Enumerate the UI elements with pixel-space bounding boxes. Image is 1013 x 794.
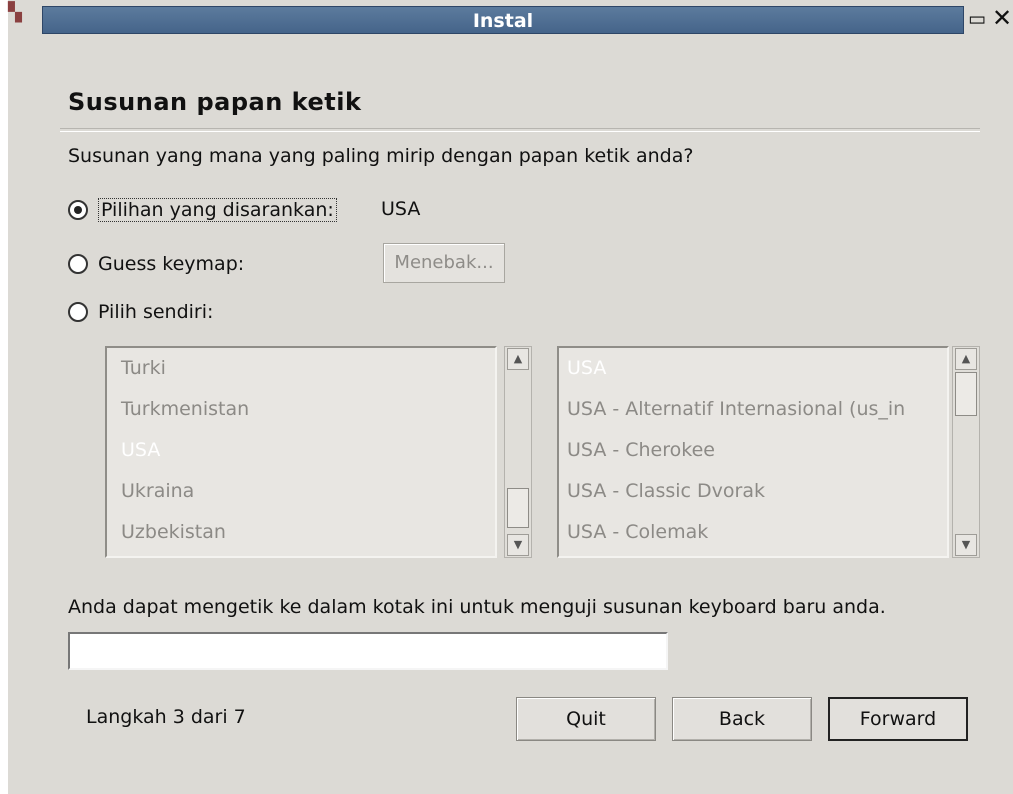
guess-button[interactable]: Menebak... [383,243,505,283]
scroll-thumb[interactable] [955,372,977,416]
list-item[interactable]: Uzbekistan [107,512,495,553]
quit-button[interactable]: Quit [516,697,656,741]
variant-scrollbar[interactable]: ▲ ▼ [952,346,980,558]
scroll-down-icon[interactable]: ▼ [955,534,977,556]
country-scrollbar[interactable]: ▲ ▼ [504,346,532,558]
scroll-thumb[interactable] [507,488,529,528]
list-item-selected[interactable]: USA [107,430,495,471]
list-item[interactable]: USA - Colemak [559,512,947,553]
suggested-value: USA [381,198,421,220]
app-icon[interactable]: ▚ [8,2,38,32]
list-item[interactable]: USA - Alternatif Internasional (us_in [559,389,947,430]
back-button[interactable]: Back [672,697,812,741]
radio-button[interactable] [68,302,88,322]
test-hint: Anda dapat mengetik ke dalam kotak ini u… [68,596,886,618]
radio-suggested[interactable]: Pilihan yang disarankan: [68,196,337,224]
suggested-label[interactable]: Pilihan yang disarankan: [98,198,337,222]
country-list[interactable]: Turki Turkmenistan USA Ukraina Uzbekista… [105,346,497,558]
divider [60,128,980,132]
maximize-icon[interactable]: ▭ [968,10,988,29]
installer-window: ▚ Instal ▭ ✕ Susunan papan ketik Susunan… [8,0,1013,794]
guess-keymap-label[interactable]: Guess keymap: [98,253,244,275]
manual-label[interactable]: Pilih sendiri: [98,301,213,323]
list-item[interactable]: USA - Cherokee [559,430,947,471]
close-icon[interactable]: ✕ [992,6,1013,30]
scroll-up-icon[interactable]: ▲ [507,348,529,370]
variant-list[interactable]: USA USA - Alternatif Internasional (us_i… [557,346,949,558]
keyboard-test-input[interactable] [68,632,668,670]
list-item[interactable]: Turki [107,348,495,389]
forward-button[interactable]: Forward [828,697,968,741]
step-indicator: Langkah 3 dari 7 [86,706,246,728]
radio-guess-keymap[interactable]: Guess keymap: [68,250,244,278]
page-title: Susunan papan ketik [68,88,362,116]
list-item[interactable]: Ukraina [107,471,495,512]
window-title: Instal [42,6,964,34]
list-item[interactable]: USA - Classic Dvorak [559,471,947,512]
list-item[interactable]: Turkmenistan [107,389,495,430]
scroll-up-icon[interactable]: ▲ [955,348,977,370]
scroll-down-icon[interactable]: ▼ [507,534,529,556]
radio-button-checked[interactable] [68,200,88,220]
list-item-selected[interactable]: USA [559,348,947,389]
radio-manual[interactable]: Pilih sendiri: [68,298,213,326]
radio-button[interactable] [68,254,88,274]
question-text: Susunan yang mana yang paling mirip deng… [68,145,694,167]
